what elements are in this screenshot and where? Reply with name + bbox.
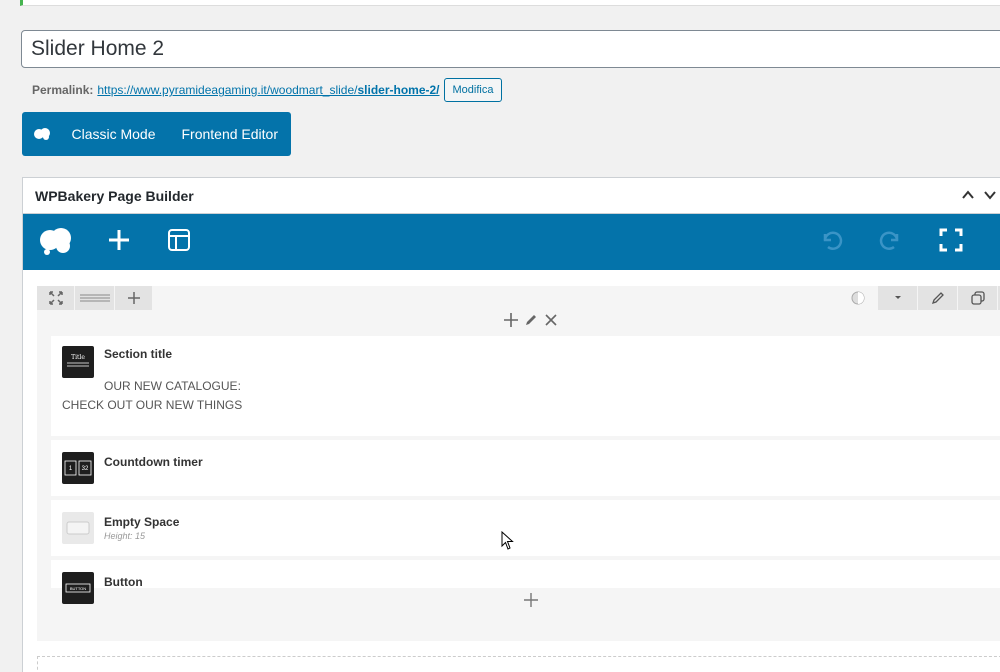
- redo-icon[interactable]: [879, 228, 903, 257]
- editor-mode-bar: Classic Mode Frontend Editor: [22, 112, 291, 156]
- column-edit-icon[interactable]: [523, 312, 539, 333]
- element-button[interactable]: BUTTON Button: [51, 560, 1000, 604]
- row-layout-icon[interactable]: [75, 286, 115, 310]
- permalink-label: Permalink:: [32, 83, 94, 97]
- element-title: Empty Space: [104, 515, 180, 529]
- builder-navbar: [23, 214, 1000, 270]
- row-move-icon[interactable]: [37, 286, 75, 310]
- column-controls: [503, 312, 559, 333]
- element-title: Countdown timer: [104, 455, 203, 469]
- notice-strip: [20, 0, 1000, 6]
- button-element-icon: BUTTON: [62, 572, 94, 604]
- column-delete-icon[interactable]: [543, 312, 559, 333]
- panel-header: WPBakery Page Builder: [23, 178, 1000, 214]
- classic-mode-button[interactable]: Classic Mode: [58, 126, 168, 142]
- panel-title: WPBakery Page Builder: [35, 187, 194, 204]
- row-edit-icon[interactable]: [917, 286, 957, 310]
- element-title: Button: [104, 575, 143, 589]
- element-countdown-timer[interactable]: 1 32 Countdown timer: [51, 440, 1000, 496]
- section-title-line2: CHECK OUT OUR NEW THINGS: [62, 398, 243, 412]
- element-section-title[interactable]: Title Section title OUR NEW CATALOGUE: C…: [51, 336, 1000, 436]
- element-title: Section title: [104, 347, 173, 361]
- element-empty-space[interactable]: Empty Space Height: 15: [51, 500, 1000, 556]
- wpbakery-panel: WPBakery Page Builder Title Section titl…: [22, 177, 1000, 672]
- svg-text:BUTTON: BUTTON: [70, 586, 86, 591]
- row-clone-icon[interactable]: [957, 286, 997, 310]
- add-element-bottom-icon[interactable]: [523, 592, 539, 613]
- permalink-row: Permalink: https://www.pyramideagaming.i…: [32, 78, 503, 102]
- chevron-down-icon[interactable]: [983, 188, 997, 205]
- countdown-timer-icon: 1 32: [62, 452, 94, 484]
- row-toolbar: [37, 286, 153, 310]
- column-add-icon[interactable]: [503, 312, 519, 333]
- row-dropdown-icon[interactable]: [877, 286, 917, 310]
- section-title-icon: Title: [62, 346, 94, 378]
- mouse-cursor-icon: [501, 531, 514, 550]
- row-add-icon[interactable]: [115, 286, 153, 310]
- section-title-line1: OUR NEW CATALOGUE:: [104, 379, 241, 393]
- undo-icon[interactable]: [819, 228, 843, 257]
- builder-row: Title Section title OUR NEW CATALOGUE: C…: [37, 286, 1000, 641]
- empty-drop-area[interactable]: [37, 656, 1000, 672]
- svg-text:1: 1: [69, 466, 73, 472]
- permalink-edit-button[interactable]: Modifica: [443, 78, 503, 102]
- permalink-link[interactable]: https://www.pyramideagaming.it/woodmart_…: [97, 83, 439, 97]
- element-subtitle: Height: 15: [104, 531, 146, 541]
- frontend-editor-button[interactable]: Frontend Editor: [169, 126, 292, 142]
- chevron-up-icon[interactable]: [961, 188, 975, 205]
- empty-space-icon: [62, 512, 94, 544]
- wpbakery-cloud-icon[interactable]: [37, 226, 75, 261]
- row-controls: [837, 286, 1000, 310]
- fullscreen-icon[interactable]: [939, 228, 963, 257]
- svg-text:32: 32: [82, 466, 89, 472]
- row-color-icon[interactable]: [837, 286, 877, 310]
- post-title-input[interactable]: Slider Home 2: [21, 30, 1000, 68]
- wpbakery-logo-icon: [26, 127, 58, 141]
- add-element-icon[interactable]: [107, 228, 131, 257]
- templates-icon[interactable]: [167, 228, 191, 257]
- svg-text:Title: Title: [71, 354, 85, 361]
